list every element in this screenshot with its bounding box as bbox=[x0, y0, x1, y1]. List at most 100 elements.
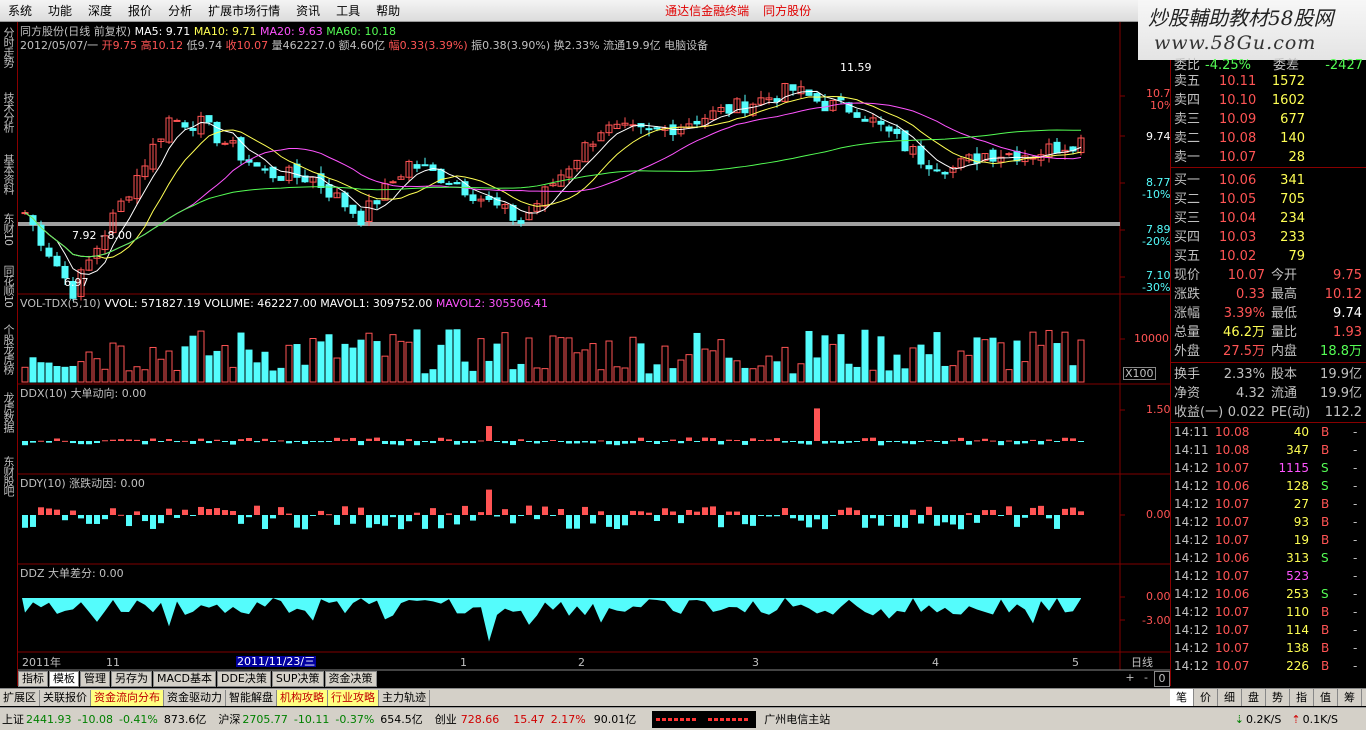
orderbook-bid-row[interactable]: 买四 10.03 233 bbox=[1171, 228, 1366, 247]
orderbook-bid-row[interactable]: 买二 10.05 705 bbox=[1171, 190, 1366, 209]
orderbook-price: 10.02 bbox=[1219, 249, 1257, 264]
tab-template[interactable]: 模板 bbox=[49, 671, 79, 687]
quote-label: 净资 bbox=[1174, 386, 1201, 401]
volume-bar bbox=[421, 373, 429, 383]
vol-volume: VOLUME: 462227.00 bbox=[204, 297, 317, 310]
zoom-reset-icon[interactable]: 0 bbox=[1154, 671, 1170, 687]
volume-bar bbox=[1045, 329, 1053, 383]
quote-tab[interactable]: 细 bbox=[1218, 689, 1242, 706]
ddy-bar bbox=[686, 509, 692, 515]
ddy-bar bbox=[118, 514, 124, 516]
volume-bar bbox=[181, 346, 189, 383]
ddy-bar bbox=[22, 515, 28, 528]
orderbook-price: 10.08 bbox=[1219, 131, 1257, 146]
orderbook-ask-row[interactable]: 卖三 10.09 677 bbox=[1171, 110, 1366, 129]
tab-smart[interactable]: 智能解盘 bbox=[226, 689, 277, 706]
quote-tab[interactable]: 指 bbox=[1290, 689, 1314, 706]
tick-dash: - bbox=[1353, 641, 1358, 655]
cy-label[interactable]: 创业 bbox=[435, 711, 457, 727]
quote-tab[interactable]: 筹 bbox=[1338, 689, 1362, 706]
orderbook-ask-row[interactable]: 卖四 10.10 1602 bbox=[1171, 91, 1366, 110]
tab-related-quote[interactable]: 关联报价 bbox=[40, 689, 91, 706]
candle-body bbox=[741, 101, 749, 114]
volume-bar bbox=[301, 364, 309, 383]
zoom-out-icon[interactable]: - bbox=[1138, 671, 1154, 687]
volume-bar bbox=[749, 368, 757, 383]
tab-save-as[interactable]: 另存为 bbox=[111, 671, 152, 687]
orderbook-volume: 677 bbox=[1280, 112, 1305, 127]
orderbook-bid-row[interactable]: 买五 10.02 79 bbox=[1171, 247, 1366, 266]
ddy-bar bbox=[910, 509, 916, 515]
ddy-bar bbox=[462, 505, 468, 515]
vol-mavol1: MAVOL1: 309752.00 bbox=[320, 297, 433, 310]
ddy-bar bbox=[790, 515, 796, 519]
sz-label[interactable]: 沪深 bbox=[218, 711, 240, 727]
ddx-bar bbox=[502, 441, 508, 444]
ddy-bar bbox=[926, 506, 932, 515]
kline-chart[interactable] bbox=[0, 0, 1170, 688]
ddy-bar bbox=[870, 515, 876, 519]
zoom-in-icon[interactable]: + bbox=[1122, 671, 1138, 687]
tab-institution[interactable]: 机构攻略 bbox=[277, 689, 328, 706]
ddy-bar bbox=[454, 515, 460, 525]
ddx-bar bbox=[326, 441, 332, 442]
tab-dde[interactable]: DDE决策 bbox=[216, 671, 271, 687]
quote-tab[interactable]: 值 bbox=[1314, 689, 1338, 706]
orderbook-ask-row[interactable]: 卖二 10.08 140 bbox=[1171, 129, 1366, 148]
volume-bar bbox=[149, 346, 157, 383]
ddy-bar bbox=[526, 505, 532, 515]
quote-tab[interactable]: 势 bbox=[1266, 689, 1290, 706]
ddx-bar bbox=[726, 439, 732, 441]
sh-percent: -0.41% bbox=[118, 712, 158, 726]
tick-time: 14:12 bbox=[1174, 461, 1209, 475]
tab-industry[interactable]: 行业攻略 bbox=[328, 689, 379, 706]
ddx-bar bbox=[694, 441, 700, 442]
tab-indicator[interactable]: 指标 bbox=[18, 671, 48, 687]
tab-main-track[interactable]: 主力轨迹 bbox=[379, 689, 430, 706]
tab-ext-area[interactable]: 扩展区 bbox=[0, 689, 40, 706]
server-name[interactable]: 广州电信主站 bbox=[764, 711, 830, 727]
ddy-bar bbox=[214, 508, 220, 515]
orderbook-bid-row[interactable]: 买一 10.06 341 bbox=[1171, 171, 1366, 190]
quote-tab[interactable]: 价 bbox=[1194, 689, 1218, 706]
tab-fund-drive[interactable]: 资金驱动力 bbox=[164, 689, 226, 706]
ddx-bar bbox=[990, 440, 996, 442]
sh-change: -10.08 bbox=[77, 712, 113, 726]
volume-bar bbox=[973, 337, 981, 383]
ddx-bar bbox=[78, 441, 84, 445]
ddx-bar bbox=[670, 439, 676, 441]
volume-bar bbox=[325, 334, 333, 383]
quote-label: 量比 bbox=[1271, 325, 1298, 340]
tab-sup[interactable]: SUP决策 bbox=[271, 671, 324, 687]
quote-value: 46.2万 bbox=[1223, 325, 1265, 340]
xaxis-label-5: 5 bbox=[1072, 656, 1079, 669]
ddx-bar bbox=[382, 441, 388, 444]
orderbook-ask-row[interactable]: 卖一 10.07 28 bbox=[1171, 148, 1366, 167]
ddy-bar bbox=[134, 511, 140, 515]
quote-tab[interactable]: 笔 bbox=[1170, 689, 1194, 706]
quote-value: 0.33 bbox=[1236, 287, 1265, 302]
quote-tab[interactable]: 盘 bbox=[1242, 689, 1266, 706]
orderbook-bid-row[interactable]: 买三 10.04 234 bbox=[1171, 209, 1366, 228]
orderbook-ask-row[interactable]: 卖五 10.11 1572 bbox=[1171, 72, 1366, 91]
tab-manage[interactable]: 管理 bbox=[80, 671, 110, 687]
sz-percent: -0.37% bbox=[335, 712, 375, 726]
orderbook-volume: 341 bbox=[1280, 173, 1305, 188]
ddx-bar bbox=[374, 437, 380, 441]
quote-row: 换手 2.33% 股本 19.9亿 bbox=[1171, 365, 1366, 384]
ddx-bar bbox=[350, 437, 356, 441]
volume-bar bbox=[893, 354, 901, 383]
tab-fund-flow[interactable]: 资金流向分布 bbox=[91, 689, 164, 706]
ddy-bar bbox=[430, 508, 436, 515]
tab-macd[interactable]: MACD基本 bbox=[153, 671, 216, 687]
sh-label[interactable]: 上证 bbox=[2, 711, 24, 727]
tick-row: 14:12 10.07 1115 S - bbox=[1171, 459, 1366, 477]
tick-volume: 226 bbox=[1286, 659, 1309, 673]
ddy-name: DDY(10) bbox=[20, 477, 66, 490]
candle-body bbox=[181, 122, 189, 128]
period-label[interactable]: 日线 bbox=[1131, 657, 1153, 668]
ddy-bar bbox=[38, 507, 44, 515]
tab-fund[interactable]: 资金决策 bbox=[324, 671, 377, 687]
ddx-bar bbox=[582, 441, 588, 443]
upload-speed: 0.1K/S bbox=[1302, 712, 1338, 726]
